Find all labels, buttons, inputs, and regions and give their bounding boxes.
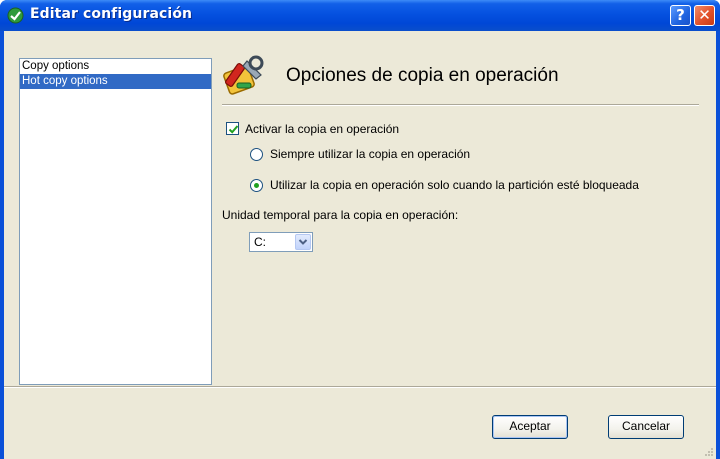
cancel-button[interactable]: Cancelar [608, 415, 684, 439]
options-list[interactable]: Copy options Hot copy options [19, 58, 212, 385]
chevron-down-icon [298, 239, 308, 245]
always-radio-label[interactable]: Siempre utilizar la copia en operación [270, 147, 470, 161]
dialog-body: Copy options Hot copy options Opciones d… [4, 31, 716, 459]
list-item-copy-options[interactable]: Copy options [20, 59, 211, 74]
page-title: Opciones de copia en operación [286, 65, 559, 86]
footer-divider [4, 386, 716, 388]
list-item-hot-copy-options[interactable]: Hot copy options [20, 74, 211, 89]
dropdown-button[interactable] [295, 234, 311, 250]
enable-hot-copy-checkbox[interactable] [226, 122, 239, 135]
help-button[interactable]: ? [670, 5, 691, 26]
always-radio[interactable] [250, 148, 263, 161]
window-title: Editar configuración [30, 6, 193, 22]
locked-only-radio[interactable] [250, 179, 263, 192]
ok-button[interactable]: Aceptar [492, 415, 568, 439]
temp-drive-select[interactable]: C: [249, 232, 313, 252]
title-bar[interactable]: Editar configuración ? ✕ [0, 0, 720, 31]
dialog-window: Editar configuración ? ✕ Copy options Ho… [0, 0, 720, 459]
checkmark-icon [228, 125, 239, 134]
enable-hot-copy-label[interactable]: Activar la copia en operación [245, 122, 399, 136]
locked-only-radio-label[interactable]: Utilizar la copia en operación solo cuan… [270, 178, 639, 192]
tools-icon [223, 55, 264, 95]
resize-grip-icon[interactable] [703, 446, 713, 456]
close-button[interactable]: ✕ [694, 5, 715, 26]
temp-drive-value: C: [254, 235, 266, 249]
app-icon [7, 7, 24, 24]
temp-drive-label: Unidad temporal para la copia en operaci… [222, 208, 459, 222]
header-divider [222, 104, 699, 106]
radio-selected-dot [254, 183, 259, 188]
